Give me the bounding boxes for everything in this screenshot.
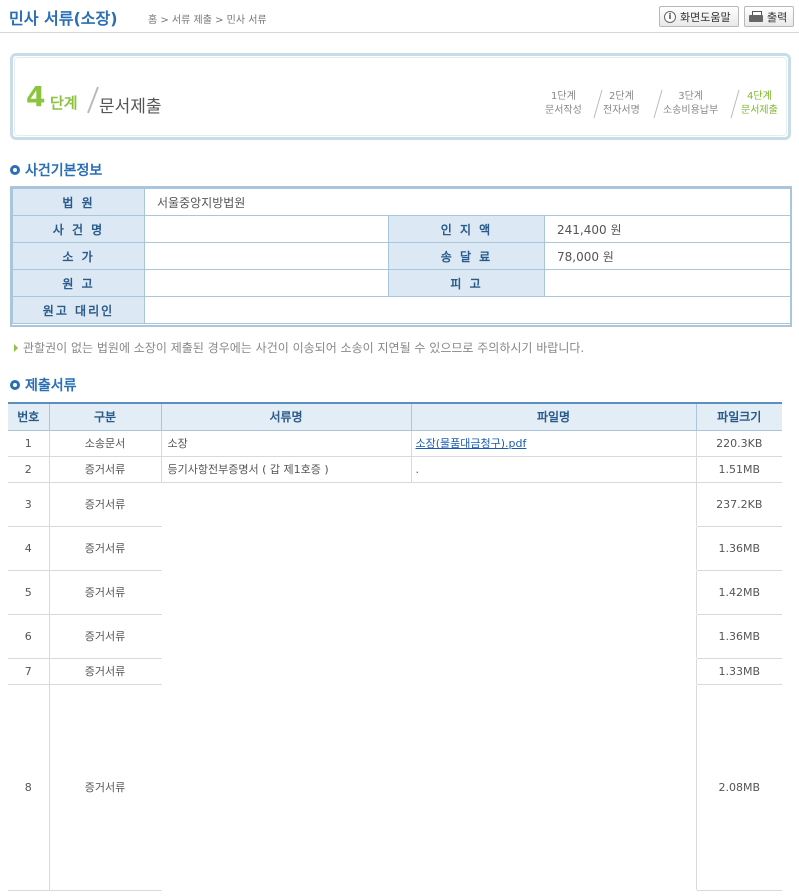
stamp-fee-value: 241,400 원: [543, 215, 792, 243]
step-divider-icon: [730, 89, 740, 119]
step-1: 1단계 문서작성: [545, 91, 582, 116]
file-link[interactable]: 소장(물품대금청구).pdf: [416, 437, 527, 450]
help-button[interactable]: i 화면도움말: [659, 6, 739, 27]
help-button-label: 화면도움말: [680, 10, 731, 24]
current-step-unit: 단계: [50, 94, 78, 112]
current-step-number: 4: [26, 80, 46, 113]
col-header-type: 구분: [48, 402, 161, 431]
plaintiff-value: [144, 269, 285, 297]
table-row: 5 증거서류 1.42MB: [8, 570, 782, 615]
col-header-doc-name: 서류명: [160, 402, 411, 431]
plaintiff-agent-value: [143, 296, 792, 324]
page-header: 민사 서류(소장) 홈 > 서류 제출 > 민사 서류 i 화면도움말 출력: [0, 0, 799, 33]
step-3: 3단계 소송비용납부: [663, 91, 719, 116]
circle-bullet-icon: [10, 380, 20, 390]
arrow-bullet-icon: [14, 343, 18, 352]
breadcrumb: 홈 > 서류 제출 > 민사 서류: [148, 15, 267, 26]
printer-icon: [749, 10, 763, 23]
case-name-label: 사 건 명: [12, 215, 145, 243]
page-title: 민사 서류(소장): [9, 9, 118, 28]
jurisdiction-notice: 관할권이 없는 법원에 소장이 제출된 경우에는 사건이 이송되어 소송이 지연…: [14, 339, 584, 356]
slash-divider-icon: [87, 86, 99, 114]
delivery-fee-value: 78,000 원: [543, 242, 792, 270]
table-row: 2 증거서류 등기사항전부증명서 ( 갑 제1호증 ) . 1.51MB: [8, 456, 782, 483]
case-info-table: 법 원 서울중앙지방법원 사 건 명 인 지 액 241,400 원 소 가 송…: [10, 186, 792, 327]
table-row: 7 증거서류 1.33MB: [8, 658, 782, 685]
col-header-file-size: 파일크기: [695, 402, 782, 431]
defendant-value: [543, 269, 792, 297]
plaintiff-agent-label: 원고 대리인: [12, 296, 145, 324]
table-row: 8 증거서류 2.08MB: [8, 684, 782, 891]
documents-table: 번호 구분 서류명 파일명 파일크기 1 소송문서 소장 소장(물품대금청구).…: [8, 402, 782, 891]
claim-amount-label: 소 가: [12, 242, 145, 270]
delivery-fee-label: 송 달 료: [388, 242, 545, 270]
step-divider-icon: [653, 89, 663, 119]
col-header-file-name: 파일명: [410, 402, 696, 431]
step-divider-icon: [593, 89, 603, 119]
table-row: 4 증거서류 1.36MB: [8, 526, 782, 571]
step-4-current: 4단계 문서제출: [741, 91, 778, 116]
documents-section-title: 제출서류: [10, 375, 77, 395]
circle-bullet-icon: [10, 165, 20, 175]
step-progress-box: 4 단계 문서제출 1단계 문서작성 2단계 전자서명 3단계 소송비용납부 4…: [10, 53, 791, 140]
step-2: 2단계 전자서명: [603, 91, 640, 116]
plaintiff-label: 원 고: [12, 269, 145, 297]
table-row: 3 증거서류 237.2KB: [8, 482, 782, 527]
claim-amount-value: [144, 242, 285, 270]
print-button[interactable]: 출력: [744, 6, 794, 27]
defendant-label: 피 고: [388, 269, 545, 297]
court-label: 법 원: [12, 188, 145, 216]
stamp-fee-label: 인 지 액: [388, 215, 545, 243]
case-info-section-title: 사건기본정보: [10, 160, 102, 180]
table-row: 1 소송문서 소장 소장(물품대금청구).pdf 220.3KB: [8, 430, 782, 457]
col-header-number: 번호: [8, 402, 49, 431]
court-value: 서울중앙지방법원: [143, 188, 792, 216]
info-icon: i: [664, 10, 676, 23]
print-button-label: 출력: [767, 10, 788, 24]
current-step-label: 문서제출: [99, 97, 162, 117]
case-name-value: [144, 215, 285, 243]
table-row: 6 증거서류 1.36MB: [8, 614, 782, 659]
